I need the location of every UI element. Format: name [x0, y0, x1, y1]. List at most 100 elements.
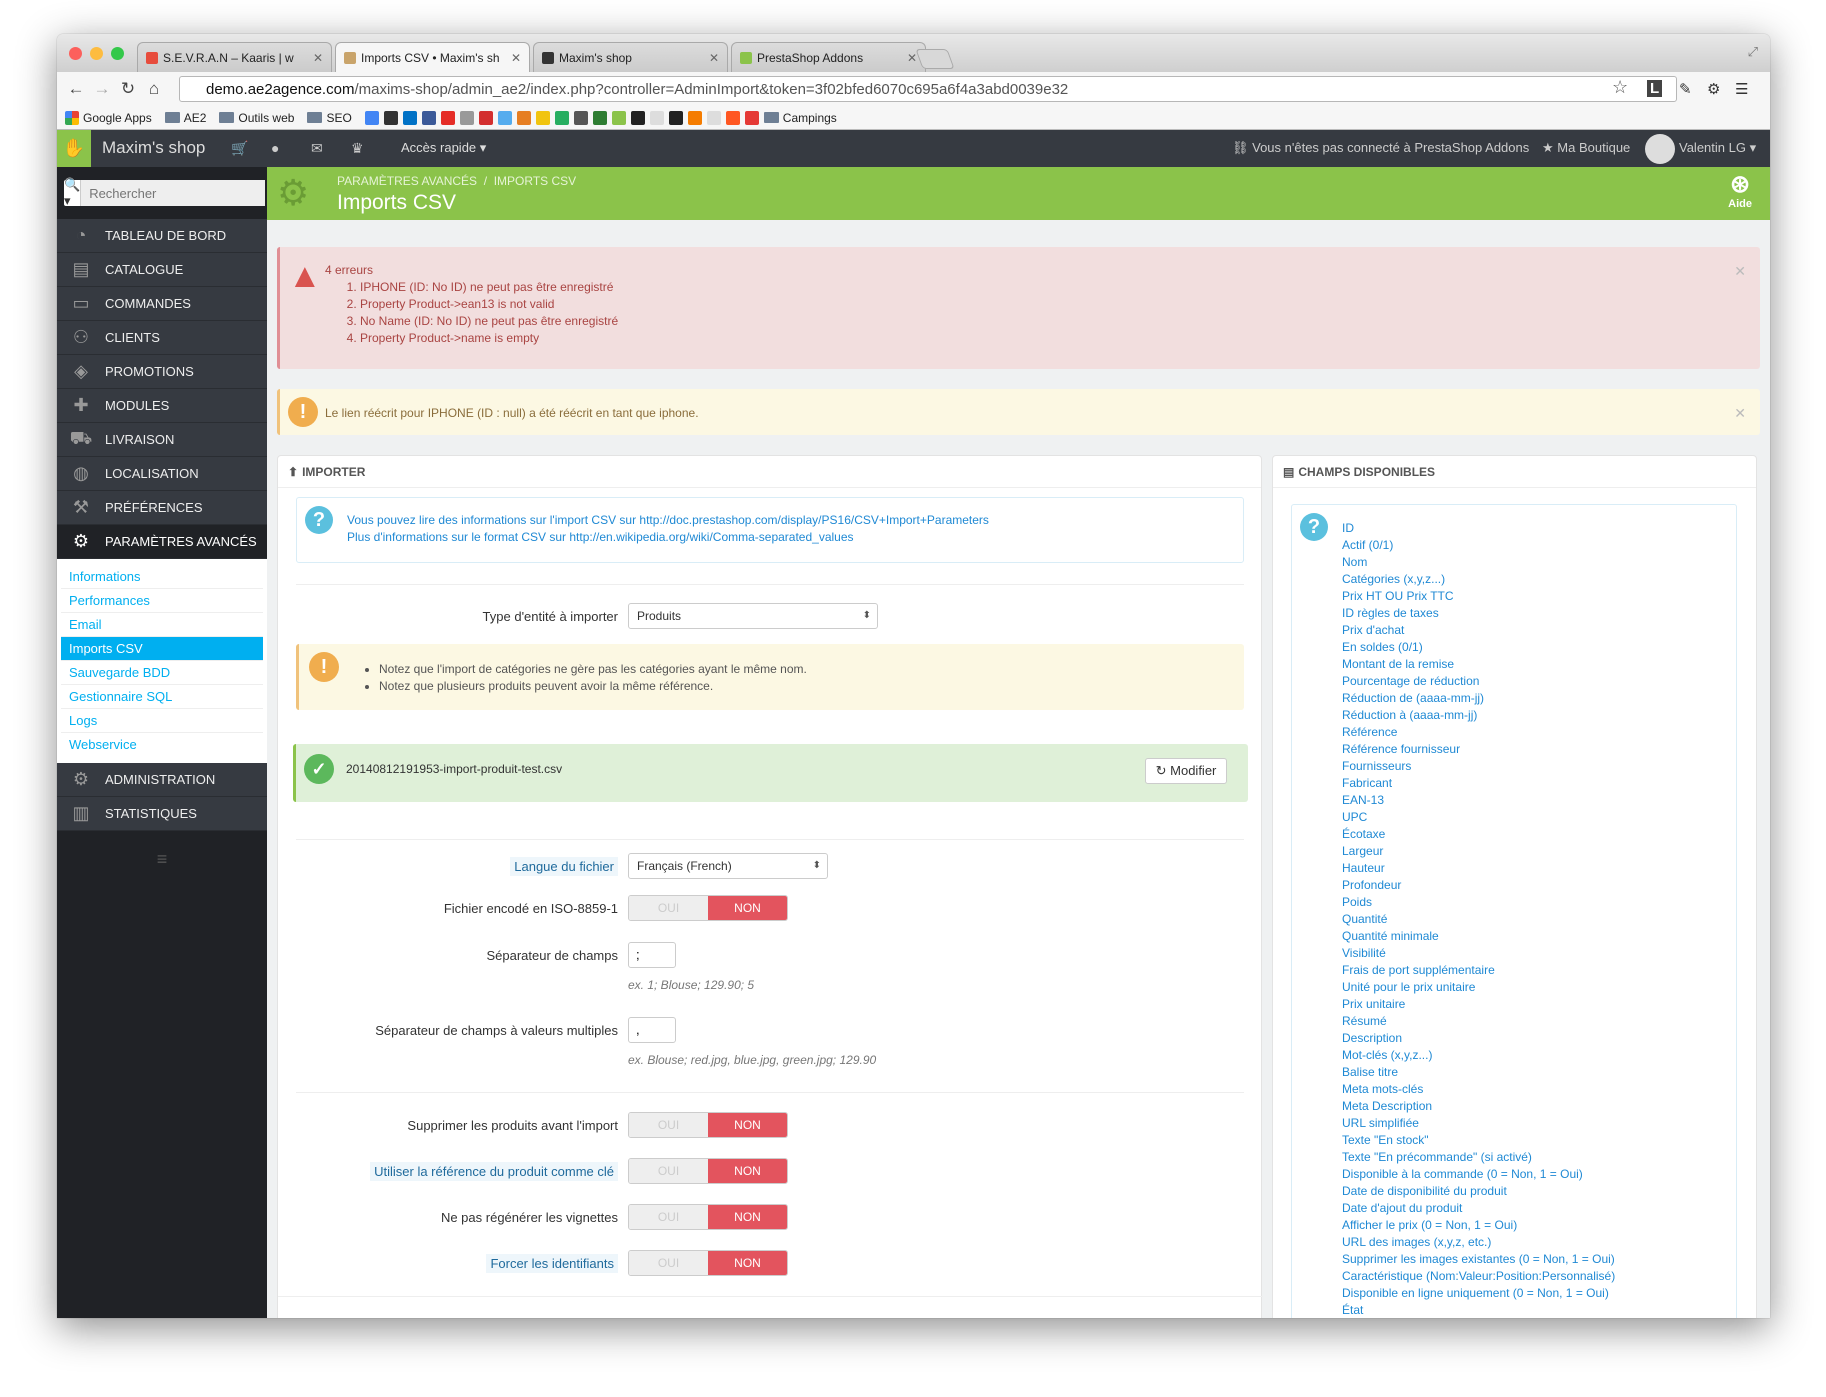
- quick-access-dropdown[interactable]: Accès rapide ▾: [401, 140, 486, 156]
- user-menu[interactable]: Valentin LG ▾: [1679, 140, 1756, 156]
- bookmark-site-icon[interactable]: [440, 110, 455, 125]
- bookmark-site-icon[interactable]: [478, 110, 493, 125]
- tab-close-icon[interactable]: ✕: [709, 51, 719, 65]
- delete-products-toggle[interactable]: OUI NON: [628, 1112, 788, 1138]
- menu-item-promotions[interactable]: ◈ PROMOTIONS: [57, 355, 267, 389]
- toggle-no[interactable]: NON: [708, 1159, 787, 1183]
- field-separator-input[interactable]: ;: [628, 942, 676, 968]
- breadcrumb-item[interactable]: Paramètres avancés: [337, 174, 477, 188]
- bookmark-site-icon[interactable]: [497, 110, 512, 125]
- extension-icon[interactable]: L: [1647, 80, 1663, 97]
- bookmark-site-icon[interactable]: [421, 110, 436, 125]
- addons-status[interactable]: ⛓ Vous n'êtes pas connecté à PrestaShop …: [1232, 140, 1529, 156]
- address-bar[interactable]: demo.ae2agence.com/maxims-shop/admin_ae2…: [179, 76, 1677, 102]
- force-ids-toggle[interactable]: OUI NON: [628, 1250, 788, 1276]
- toggle-no[interactable]: NON: [708, 1251, 787, 1275]
- toggle-no[interactable]: NON: [708, 1113, 787, 1137]
- menu-item-catalog[interactable]: ▤ CATALOGUE: [57, 253, 267, 287]
- no-regenerate-toggle[interactable]: OUI NON: [628, 1204, 788, 1230]
- bookmark-site-icon[interactable]: [554, 110, 569, 125]
- submenu-item-logs[interactable]: Logs: [61, 709, 263, 733]
- bookmark-google-apps[interactable]: Google Apps: [65, 110, 152, 125]
- browser-tab[interactable]: PrestaShop Addons ✕: [731, 42, 926, 72]
- search-input[interactable]: [81, 180, 266, 206]
- bookmark-site-icon[interactable]: [744, 110, 759, 125]
- shop-name[interactable]: Maxim's shop: [102, 138, 205, 158]
- search-icon[interactable]: 🔍▾: [64, 177, 82, 208]
- browser-tab-active[interactable]: Imports CSV • Maxim's sh ✕: [335, 42, 530, 72]
- info-wiki-link[interactable]: Plus d'informations sur le format CSV su…: [347, 529, 989, 546]
- trophy-icon[interactable]: ♛: [351, 140, 364, 157]
- submenu-item-imports-csv[interactable]: Imports CSV: [61, 637, 263, 661]
- bookmark-site-icon[interactable]: [706, 110, 721, 125]
- modify-file-button[interactable]: ↻ Modifier: [1145, 758, 1227, 784]
- submenu-item-performances[interactable]: Performances: [61, 589, 263, 613]
- menu-item-orders[interactable]: ▭ COMMANDES: [57, 287, 267, 321]
- user-icon[interactable]: ●: [271, 140, 279, 156]
- home-icon[interactable]: ⌂: [141, 79, 167, 99]
- toggle-yes[interactable]: OUI: [629, 1251, 708, 1275]
- submenu-item-informations[interactable]: Informations: [61, 565, 263, 589]
- submenu-item-webservice[interactable]: Webservice: [61, 733, 263, 757]
- bookmark-site-icon[interactable]: [402, 110, 417, 125]
- tab-close-icon[interactable]: ✕: [313, 51, 323, 65]
- menu-item-modules[interactable]: ✚ MODULES: [57, 389, 267, 423]
- help-button[interactable]: ⊛ Aide: [1728, 172, 1752, 211]
- bookmark-site-icon[interactable]: [630, 110, 645, 125]
- browser-tab[interactable]: Maxim's shop ✕: [533, 42, 728, 72]
- bookmark-site-icon[interactable]: [611, 110, 626, 125]
- menu-item-localization[interactable]: ◍ LOCALISATION: [57, 457, 267, 491]
- eyedropper-icon[interactable]: ✎: [1679, 80, 1692, 98]
- bookmark-site-icon[interactable]: [592, 110, 607, 125]
- toggle-yes[interactable]: OUI: [629, 896, 708, 920]
- collapse-menu-icon[interactable]: ≡: [57, 849, 267, 870]
- close-window-button[interactable]: [69, 47, 82, 60]
- bookmark-site-icon[interactable]: [573, 110, 588, 125]
- menu-item-administration[interactable]: ⚙ ADMINISTRATION: [57, 763, 267, 797]
- bookmark-site-icon[interactable]: [535, 110, 550, 125]
- bookmark-site-icon[interactable]: [687, 110, 702, 125]
- bookmark-star-icon[interactable]: ☆: [1612, 77, 1628, 98]
- toggle-yes[interactable]: OUI: [629, 1113, 708, 1137]
- bookmark-folder-ae2[interactable]: AE2: [164, 111, 206, 125]
- reference-key-toggle[interactable]: OUI NON: [628, 1158, 788, 1184]
- menu-item-statistics[interactable]: ▥ STATISTIQUES: [57, 797, 267, 831]
- close-icon[interactable]: ✕: [1734, 405, 1746, 422]
- iso-toggle[interactable]: OUI NON: [628, 895, 788, 921]
- menu-hamburger-icon[interactable]: ☰: [1735, 80, 1748, 98]
- my-shop-link[interactable]: ★ Ma Boutique: [1542, 140, 1630, 156]
- multi-separator-input[interactable]: ,: [628, 1017, 676, 1043]
- bookmark-site-icon[interactable]: [364, 110, 379, 125]
- bookmark-site-icon[interactable]: [383, 110, 398, 125]
- bookmark-folder-campings[interactable]: Campings: [763, 111, 837, 125]
- toggle-no[interactable]: NON: [708, 896, 787, 920]
- browser-tab[interactable]: S.E.V.R.A.N – Kaaris | w ✕: [137, 42, 332, 72]
- breadcrumb-item[interactable]: Imports CSV: [494, 174, 576, 188]
- prestashop-logo-icon[interactable]: ✋: [57, 130, 91, 167]
- tab-close-icon[interactable]: ✕: [511, 51, 521, 65]
- new-tab-button[interactable]: [915, 49, 955, 69]
- menu-item-shipping[interactable]: ⛟ LIVRAISON: [57, 423, 267, 457]
- file-language-select[interactable]: Français (French) ⬍: [628, 853, 828, 879]
- envelope-icon[interactable]: ✉: [311, 140, 323, 157]
- submenu-item-email[interactable]: Email: [61, 613, 263, 637]
- bookmark-site-icon[interactable]: [668, 110, 683, 125]
- forward-arrow-icon[interactable]: →: [89, 79, 115, 99]
- menu-item-customers[interactable]: ⚇ CLIENTS: [57, 321, 267, 355]
- close-icon[interactable]: ✕: [1734, 263, 1746, 280]
- minimize-window-button[interactable]: [90, 47, 103, 60]
- toggle-no[interactable]: NON: [708, 1205, 787, 1229]
- zoom-window-button[interactable]: [111, 47, 124, 60]
- bookmark-folder-outils[interactable]: Outils web: [219, 111, 294, 125]
- bookmark-folder-seo[interactable]: SEO: [307, 111, 352, 125]
- menu-item-advanced-parameters[interactable]: ⚙ PARAMÈTRES AVANCÉS: [57, 525, 267, 559]
- bookmark-site-icon[interactable]: [649, 110, 664, 125]
- fullscreen-icon[interactable]: ⤢: [1748, 44, 1758, 60]
- submenu-item-backup[interactable]: Sauvegarde BDD: [61, 661, 263, 685]
- submenu-item-sql-manager[interactable]: Gestionnaire SQL: [61, 685, 263, 709]
- entity-type-select[interactable]: Produits ⬍: [628, 603, 878, 629]
- info-doc-link[interactable]: Vous pouvez lire des informations sur l'…: [347, 512, 989, 529]
- settings-gear-icon[interactable]: ⚙: [1707, 80, 1720, 98]
- menu-item-preferences[interactable]: ⚒ PRÉFÉRENCES: [57, 491, 267, 525]
- toggle-yes[interactable]: OUI: [629, 1159, 708, 1183]
